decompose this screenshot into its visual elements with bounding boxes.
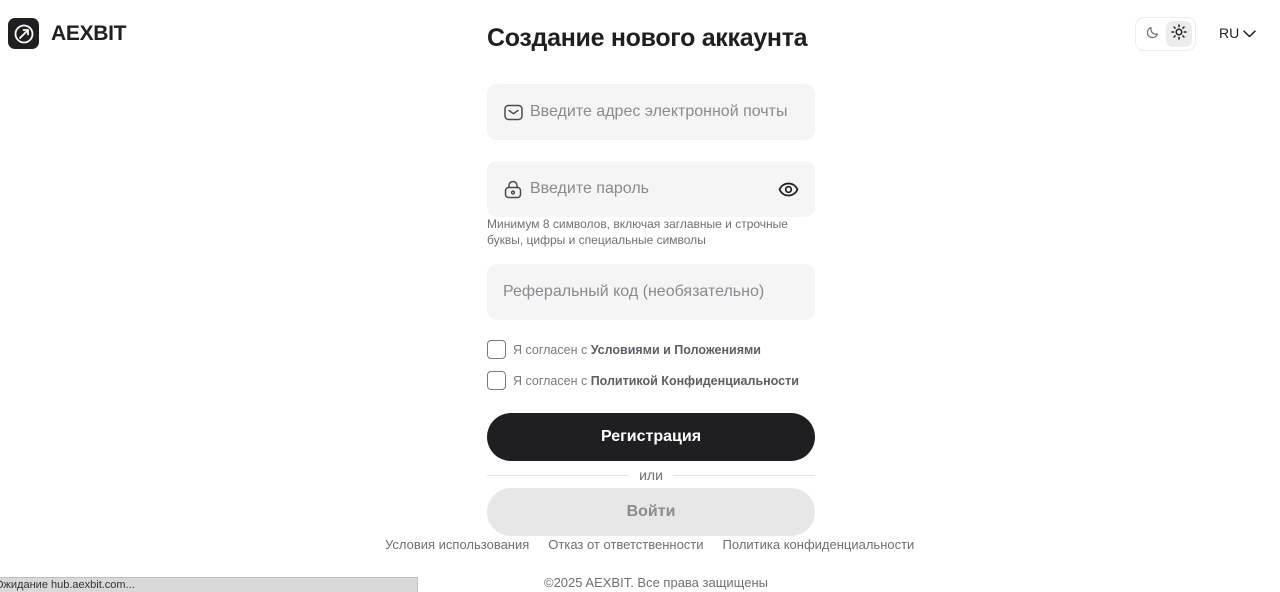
email-field[interactable] [487,84,815,140]
referral-field[interactable] [487,264,815,320]
privacy-label: Я согласен с Политикой Конфиденциальност… [513,374,799,388]
footer-link-privacy[interactable]: Политика конфиденциальности [723,537,915,552]
privacy-agreement: Я согласен с Политикой Конфиденциальност… [487,371,799,390]
moon-icon [1146,25,1160,44]
terms-checkbox[interactable] [487,340,506,359]
terms-link[interactable]: Условиями и Положениями [591,343,761,357]
theme-dark-button[interactable] [1140,21,1166,47]
or-divider: или [487,466,815,484]
browser-status-bar: Ожидание hub.aexbit.com... [0,577,418,592]
language-selector[interactable]: RU [1219,25,1256,41]
referral-input[interactable] [503,283,799,301]
theme-light-button[interactable] [1166,21,1192,47]
password-field[interactable] [487,161,815,217]
brand-name: AEXBIT [51,21,127,45]
page-title: Создание нового аккаунта [487,24,808,52]
or-label: или [639,467,663,483]
footer-link-disclaimer[interactable]: Отказ от ответственности [548,537,703,552]
terms-prefix: Я согласен с [513,342,591,357]
mail-icon [503,102,523,122]
chevron-down-icon [1243,25,1256,41]
email-input[interactable] [530,103,799,121]
footer-link-terms[interactable]: Условия использования [385,537,529,552]
register-button[interactable]: Регистрация [487,413,815,461]
privacy-prefix: Я согласен с [513,373,591,388]
eye-icon[interactable] [777,178,799,200]
password-hint: Минимум 8 символов, включая заглавные и … [487,217,788,247]
divider-line-left [487,474,630,476]
terms-label: Я согласен с Условиями и Положениями [513,343,761,357]
language-label: RU [1219,25,1240,41]
lock-icon [503,179,523,199]
terms-agreement: Я согласен с Условиями и Положениями [487,340,761,359]
login-button[interactable]: Войти [487,488,815,536]
theme-switch [1135,17,1196,51]
brand-logo[interactable]: AEXBIT [8,18,127,49]
divider-line-right [672,474,815,476]
rocket-icon [8,18,39,49]
privacy-checkbox[interactable] [487,371,506,390]
footer-links: Условия использования Отказ от ответстве… [385,537,914,552]
privacy-link[interactable]: Политикой Конфиденциальности [591,374,799,388]
copyright: ©2025 AEXBIT. Все права защищены [544,575,768,590]
sun-icon [1171,23,1187,45]
password-input[interactable] [530,180,771,198]
